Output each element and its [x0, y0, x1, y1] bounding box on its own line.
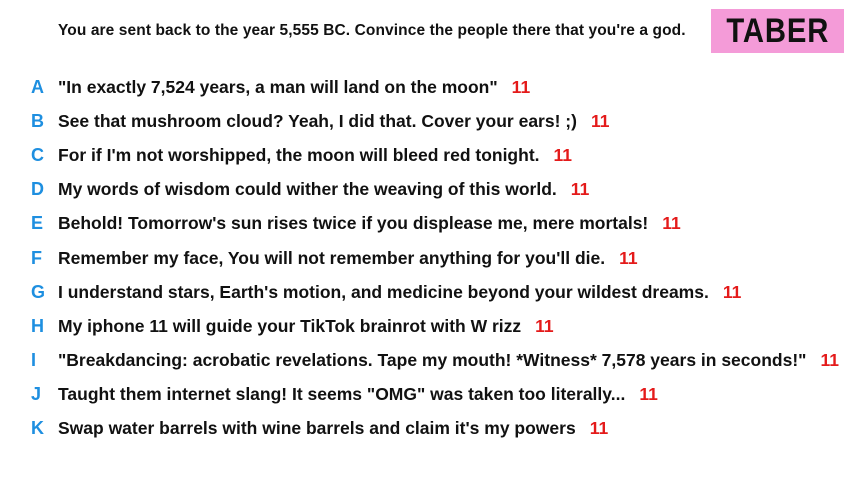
answer-row: A "In exactly 7,524 years, a man will la… [0, 70, 853, 104]
answer-text: "Breakdancing: acrobatic revelations. Ta… [58, 350, 839, 371]
answer-score: 11 [570, 179, 590, 200]
answer-row: E Behold! Tomorrow's sun rises twice if … [0, 207, 853, 241]
answer-score: 11 [619, 247, 638, 268]
answer-row: B See that mushroom cloud? Yeah, I did t… [0, 104, 853, 138]
answer-score: 11 [662, 213, 681, 234]
answer-text: My iphone 11 will guide your TikTok brai… [58, 316, 554, 337]
answer-content: Remember my face, You will not remember … [58, 247, 606, 268]
answer-score: 11 [820, 350, 839, 371]
answer-text: "In exactly 7,524 years, a man will land… [58, 77, 530, 98]
answer-letter: H [31, 315, 44, 336]
answer-text: Remember my face, You will not remember … [58, 248, 638, 269]
answer-content: My words of wisdom could wither the weav… [58, 179, 557, 200]
answer-letter: B [31, 110, 44, 131]
answer-score: 11 [639, 384, 658, 405]
answer-content: "In exactly 7,524 years, a man will land… [58, 76, 498, 97]
answer-content: For if I'm not worshipped, the moon will… [58, 144, 540, 165]
answer-score: 11 [511, 76, 531, 97]
answer-text: Behold! Tomorrow's sun rises twice if yo… [58, 213, 681, 234]
answer-list: A "In exactly 7,524 years, a man will la… [0, 70, 853, 446]
answer-content: "Breakdancing: acrobatic revelations. Ta… [58, 350, 807, 371]
answer-score: 11 [553, 144, 573, 165]
answer-row: K Swap water barrels with wine barrels a… [0, 412, 853, 446]
answer-letter: F [31, 247, 42, 268]
answer-letter: I [31, 350, 37, 371]
answer-content: I understand stars, Earth's motion, and … [58, 281, 709, 302]
answer-text: Swap water barrels with wine barrels and… [58, 418, 608, 439]
player-name: TABER [726, 11, 829, 50]
answer-row: H My iphone 11 will guide your TikTok br… [0, 309, 853, 343]
answer-score: 11 [590, 110, 610, 131]
answer-score: 11 [722, 281, 742, 302]
answer-content: See that mushroom cloud? Yeah, I did tha… [58, 110, 577, 131]
answer-text: My words of wisdom could wither the weav… [58, 179, 589, 200]
answer-content: Taught them internet slang! It seems "OM… [58, 384, 626, 405]
answer-row: J Taught them internet slang! It seems "… [0, 378, 853, 412]
answer-letter: J [31, 384, 42, 405]
answer-letter: D [31, 179, 44, 200]
answer-text: For if I'm not worshipped, the moon will… [58, 145, 572, 166]
answer-text: I understand stars, Earth's motion, and … [58, 282, 741, 303]
answer-row: C For if I'm not worshipped, the moon wi… [0, 138, 853, 172]
answer-text: Taught them internet slang! It seems "OM… [58, 384, 658, 405]
answer-row: F Remember my face, You will not remembe… [0, 241, 853, 275]
answer-letter: K [31, 418, 44, 439]
answer-row: D My words of wisdom could wither the we… [0, 173, 853, 207]
answer-letter: G [31, 281, 46, 302]
answer-score: 11 [535, 315, 554, 336]
answer-content: Behold! Tomorrow's sun rises twice if yo… [58, 213, 649, 234]
answer-text: See that mushroom cloud? Yeah, I did tha… [58, 111, 609, 132]
question-prompt: You are sent back to the year 5,555 BC. … [58, 22, 686, 39]
answer-letter: C [31, 144, 44, 165]
answer-content: Swap water barrels with wine barrels and… [58, 418, 576, 439]
answer-row: I "Breakdancing: acrobatic revelations. … [0, 344, 853, 378]
answer-letter: A [31, 76, 44, 97]
player-name-badge: TABER [711, 9, 844, 53]
answer-content: My iphone 11 will guide your TikTok brai… [58, 315, 522, 336]
answer-row: G I understand stars, Earth's motion, an… [0, 275, 853, 309]
answer-score: 11 [589, 418, 609, 439]
answer-letter: E [31, 213, 44, 234]
